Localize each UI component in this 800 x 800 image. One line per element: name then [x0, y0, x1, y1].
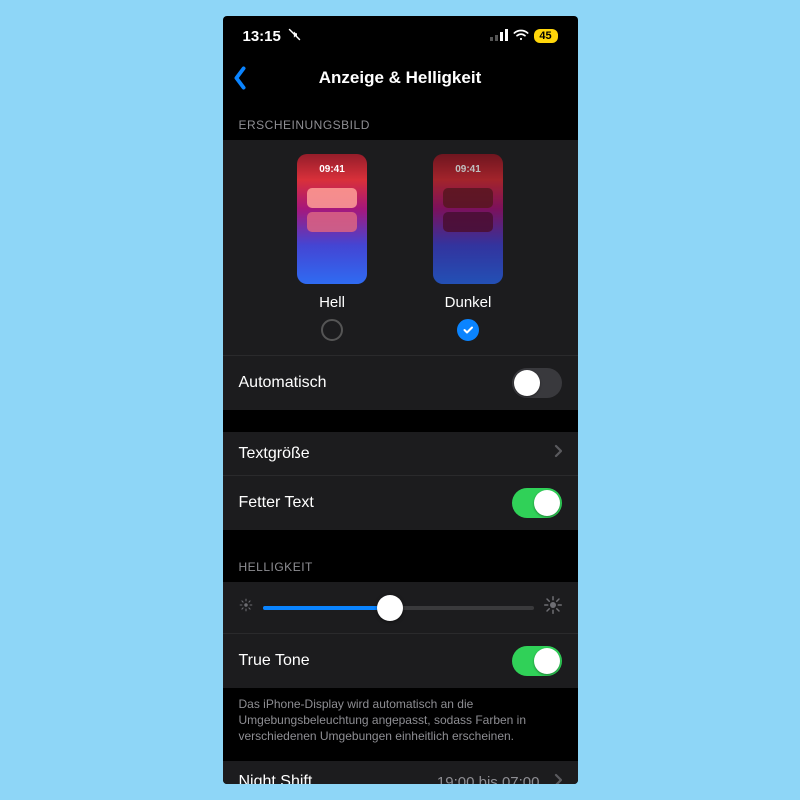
- appearance-group: 09:41 Hell 09:41 Dunkel: [223, 140, 578, 410]
- mute-icon: [287, 27, 302, 46]
- radio-dark[interactable]: [457, 319, 479, 341]
- wifi-icon: [513, 28, 529, 45]
- text-size-label: Textgröße: [239, 445, 310, 463]
- appearance-option-light[interactable]: 09:41 Hell: [282, 154, 382, 341]
- switch-automatic[interactable]: [512, 368, 562, 398]
- cellular-icon: [490, 28, 508, 45]
- night-shift-label: Night Shift: [239, 773, 313, 784]
- appearance-picker: 09:41 Hell 09:41 Dunkel: [223, 140, 578, 355]
- true-tone-footer: Das iPhone-Display wird automatisch an d…: [223, 688, 578, 761]
- text-group: Textgröße Fetter Text: [223, 432, 578, 530]
- chevron-right-icon: [554, 773, 562, 784]
- back-button[interactable]: [231, 66, 249, 90]
- chevron-right-icon: [554, 444, 562, 463]
- section-header-appearance: ERSCHEINUNGSBILD: [223, 100, 578, 140]
- night-shift-group: Night Shift 19:00 bis 07:00: [223, 761, 578, 784]
- row-true-tone: True Tone: [223, 633, 578, 688]
- thumb-widget: [307, 188, 357, 208]
- row-brightness-slider: [223, 582, 578, 633]
- switch-true-tone[interactable]: [512, 646, 562, 676]
- appearance-label-light: Hell: [319, 294, 345, 311]
- status-bar: 13:15 45: [223, 16, 578, 56]
- battery-icon: 45: [534, 29, 558, 43]
- row-automatic: Automatisch: [223, 355, 578, 410]
- automatic-label: Automatisch: [239, 374, 327, 392]
- row-text-size[interactable]: Textgröße: [223, 432, 578, 475]
- sun-small-icon: [239, 598, 253, 617]
- status-time: 13:15: [243, 28, 281, 45]
- appearance-option-dark[interactable]: 09:41 Dunkel: [418, 154, 518, 341]
- thumb-widget: [307, 212, 357, 232]
- switch-bold-text[interactable]: [512, 488, 562, 518]
- bold-text-label: Fetter Text: [239, 494, 314, 512]
- row-night-shift[interactable]: Night Shift 19:00 bis 07:00: [223, 761, 578, 784]
- page-title: Anzeige & Helligkeit: [319, 68, 481, 88]
- sun-large-icon: [544, 596, 562, 619]
- nav-bar: Anzeige & Helligkeit: [223, 56, 578, 100]
- thumb-widget: [443, 212, 493, 232]
- thumb-widget: [443, 188, 493, 208]
- radio-light[interactable]: [321, 319, 343, 341]
- brightness-slider[interactable]: [263, 606, 534, 610]
- night-shift-value: 19:00 bis 07:00: [437, 774, 540, 784]
- section-header-brightness: HELLIGKEIT: [223, 552, 578, 582]
- brightness-group: True Tone: [223, 582, 578, 688]
- appearance-label-dark: Dunkel: [445, 294, 492, 311]
- appearance-thumb-dark: 09:41: [433, 154, 503, 284]
- phone-frame: 13:15 45 Anzeige & Helligkeit ERSCHEINUN…: [223, 16, 578, 784]
- thumb-time: 09:41: [297, 164, 367, 175]
- thumb-time: 09:41: [433, 164, 503, 175]
- true-tone-label: True Tone: [239, 652, 310, 670]
- appearance-thumb-light: 09:41: [297, 154, 367, 284]
- row-bold-text: Fetter Text: [223, 475, 578, 530]
